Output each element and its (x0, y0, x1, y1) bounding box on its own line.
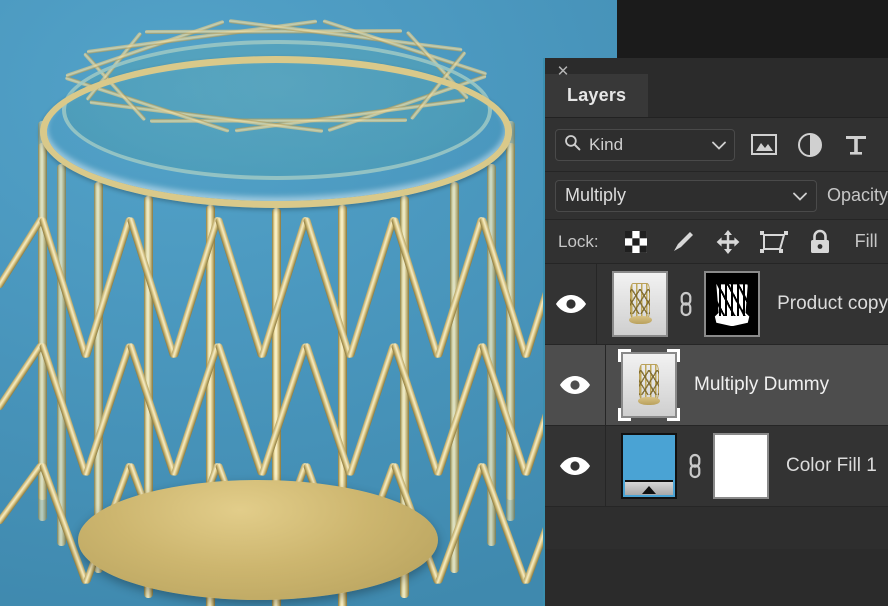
eye-icon (560, 457, 590, 475)
white-layer-mask-thumbnail[interactable] (713, 433, 769, 499)
lock-label: Lock: (558, 231, 599, 251)
chevron-down-icon[interactable] (793, 185, 807, 206)
layer-name[interactable]: Product copy (777, 293, 888, 315)
basket-zigzag-wire (434, 462, 486, 585)
adjustment-layer-filter-icon[interactable] (793, 130, 827, 160)
basket-zigzag-wire (82, 216, 134, 359)
table-row[interactable]: Multiply Dummy (545, 345, 888, 426)
lock-all-icon[interactable] (797, 227, 843, 257)
color-fill-ramp (625, 480, 673, 495)
basket-zigzag-wire (390, 216, 442, 359)
layer-mask-link-icon[interactable] (680, 451, 710, 481)
layer-mask-link-icon[interactable] (671, 289, 701, 319)
layer-visibility-toggle[interactable] (545, 264, 598, 344)
layer-thumbnail-wrap[interactable] (618, 430, 680, 502)
layer-filter-row: Kind (545, 118, 888, 172)
document-photo[interactable] (0, 0, 617, 606)
type-layer-filter-icon[interactable] (839, 130, 873, 160)
search-icon (564, 134, 581, 156)
product-photo-thumbnail[interactable] (621, 352, 677, 418)
tab-layers-label: Layers (567, 85, 627, 105)
eye-icon (555, 295, 586, 313)
opacity-label: Opacity (826, 185, 888, 205)
layer-thumbnail-wrap[interactable] (609, 268, 671, 340)
layer-thumbnails (597, 268, 763, 340)
layer-list: Product copy Multiply Dummy Color Fill 1 (545, 264, 888, 549)
lock-artboard-nesting-icon[interactable] (751, 227, 797, 257)
basket-outer-rim (40, 56, 512, 208)
eye-icon (560, 376, 590, 394)
basket-vertical-wire (57, 163, 67, 547)
chevron-down-icon[interactable] (712, 135, 726, 155)
basket-base-plate (78, 480, 438, 600)
table-row[interactable]: Color Fill 1 (545, 426, 888, 507)
layer-thumbnails (606, 430, 772, 502)
pixel-layer-filter-icon[interactable] (747, 130, 781, 160)
table-row[interactable]: Product copy (545, 264, 888, 345)
lock-image-pixels-icon[interactable] (659, 227, 705, 257)
lock-row: Lock: Fill (545, 220, 888, 264)
basket-vertical-wire (505, 142, 515, 522)
panel-tabs: Layers (545, 74, 888, 118)
product-photo-thumbnail[interactable] (612, 271, 669, 337)
layer-visibility-toggle[interactable] (545, 345, 606, 425)
basket-vertical-wire (38, 121, 48, 500)
basket-zigzag-wire (434, 342, 486, 477)
color-fill-pointer-icon (642, 486, 656, 494)
close-icon[interactable]: ✕ (555, 64, 571, 80)
basket-zigzag-wire (434, 216, 486, 359)
basket-zigzag-wire (214, 216, 266, 359)
blend-mode-row: Multiply Opacity (545, 172, 888, 220)
layer-visibility-toggle[interactable] (545, 426, 606, 506)
layer-thumbnails (606, 349, 680, 421)
basket-zigzag-wire (390, 342, 442, 477)
basket-zigzag-wire (82, 342, 134, 477)
white-mask-thumbnail-wrap[interactable] (710, 430, 772, 502)
layer-name[interactable]: Multiply Dummy (694, 374, 829, 396)
tab-bar-filler (648, 74, 888, 117)
layer-mask-thumbnail-wrap[interactable] (701, 268, 763, 340)
panel-tab-bar: ✕ (545, 58, 888, 80)
basket-zigzag-wire (346, 216, 398, 359)
layer-list-empty-area (545, 507, 888, 549)
basket-zigzag-wire (258, 216, 310, 359)
blend-mode-value: Multiply (565, 185, 627, 205)
layer-thumbnail-wrap[interactable] (618, 349, 680, 421)
basket-zigzag-wire (346, 342, 398, 477)
solid-color-fill-thumbnail[interactable] (621, 433, 677, 499)
lock-transparent-pixels-icon[interactable] (613, 227, 659, 257)
layer-mask-thumbnail[interactable] (704, 271, 761, 337)
layer-name[interactable]: Color Fill 1 (786, 455, 877, 477)
fill-label: Fill (854, 231, 878, 251)
lock-position-icon[interactable] (705, 227, 751, 257)
basket-vertical-wire (450, 181, 460, 573)
basket-zigzag-wire (214, 342, 266, 477)
blend-mode-select[interactable]: Multiply (555, 179, 817, 212)
filter-kind-label: Kind (589, 134, 624, 154)
tab-layers[interactable]: Layers (545, 74, 649, 117)
basket-zigzag-wire (258, 342, 310, 477)
filter-kind-select[interactable]: Kind (555, 128, 735, 161)
layers-panel: ✕ Layers Kind Multiply Opacity Lock: Fil… (543, 58, 888, 606)
